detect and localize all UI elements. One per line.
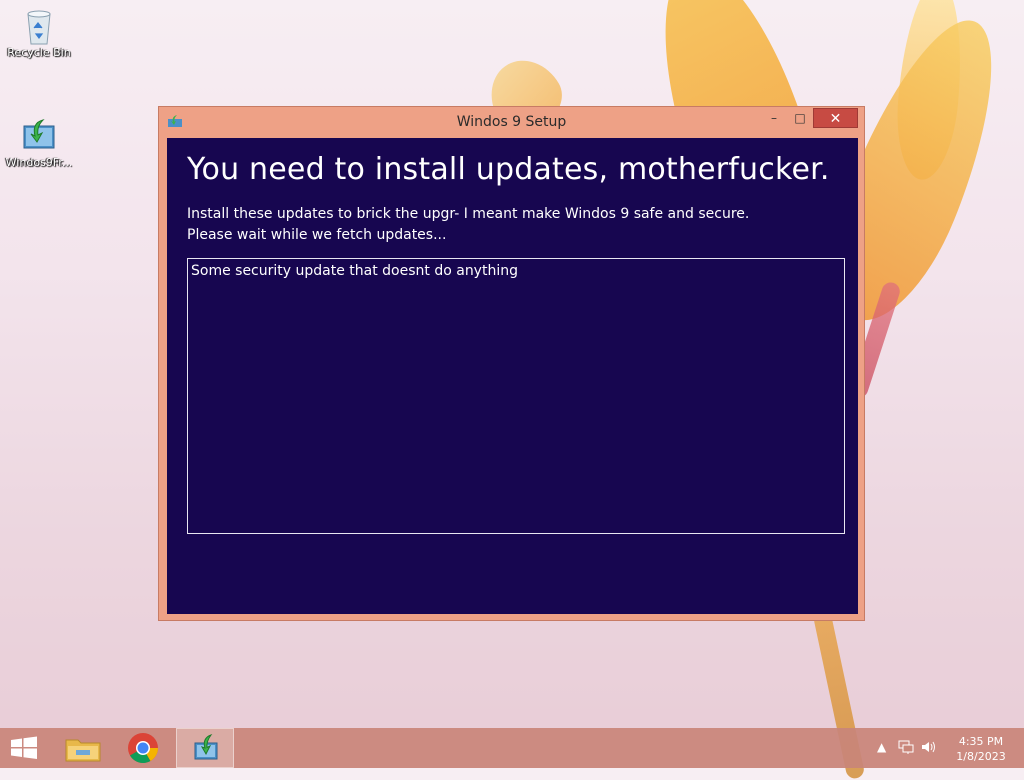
network-icon[interactable] [898,740,914,757]
description: Install these updates to brick the upgr-… [187,204,837,246]
taskbar-item-windos9-setup[interactable] [176,728,234,768]
updates-listbox[interactable]: Some security update that doesnt do anyt… [187,258,845,534]
close-button[interactable]: ✕ [813,108,858,128]
window-titlebar[interactable]: Windos 9 Setup – □ ✕ [159,107,864,137]
clock-time: 4:35 PM [958,735,1004,748]
start-button[interactable] [0,728,48,768]
chrome-icon [128,733,158,764]
page-title: You need to install updates, motherfucke… [187,152,830,187]
desktop-icon-label: Windos9Fr... [5,156,73,169]
clock-date: 1/8/2023 [956,750,1006,763]
volume-icon[interactable] [920,740,938,757]
windows-logo-icon [11,736,37,759]
taskbar-item-file-explorer[interactable] [54,728,112,768]
taskbar: ▲ 4:35 PM 1/8/2023 [0,728,1024,768]
system-clock[interactable]: 4:35 PM 1/8/2023 [948,734,1014,764]
desktop-icon-label: Recycle Bin [7,46,71,59]
description-line: Please wait while we fetch updates... [187,227,447,243]
list-item[interactable]: Some security update that doesnt do anyt… [191,263,518,279]
recycle-bin-icon [21,6,57,45]
setup-download-icon [194,734,218,760]
show-hidden-icons-icon[interactable]: ▲ [877,740,886,754]
desktop-icon-windos9[interactable]: Windos9Fr... [2,116,76,169]
setup-download-icon [21,116,57,152]
maximize-button[interactable]: □ [787,108,813,128]
desktop-icon-recycle-bin[interactable]: Recycle Bin [2,6,76,59]
window-content: You need to install updates, motherfucke… [167,138,858,614]
window-title: Windos 9 Setup [456,114,567,130]
minimize-button[interactable]: – [761,108,787,128]
folder-icon [65,739,101,762]
taskbar-item-chrome[interactable] [114,728,172,768]
setup-window: Windos 9 Setup – □ ✕ You need to install… [158,106,865,621]
description-line: Install these updates to brick the upgr-… [187,206,750,222]
